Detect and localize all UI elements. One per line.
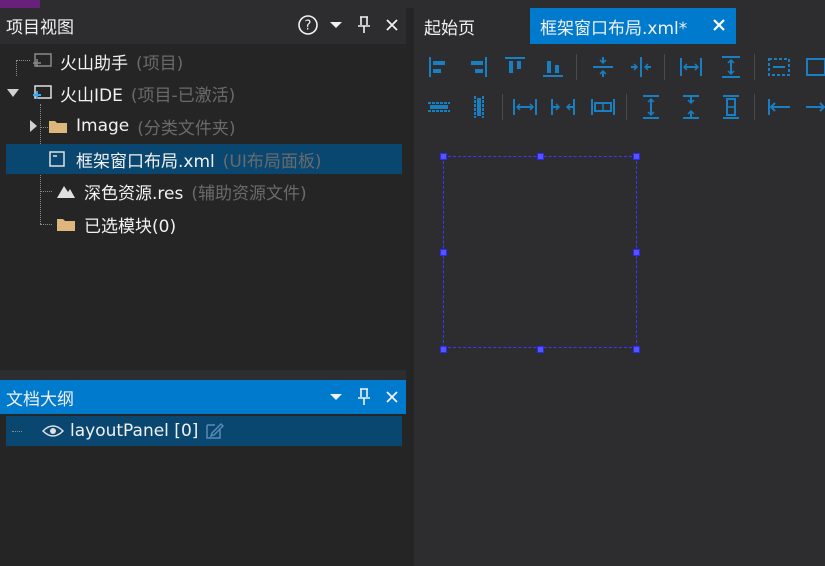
same-height-icon[interactable] — [718, 54, 744, 80]
tree-item-image-folder[interactable]: Image (分类文件夹) — [6, 111, 402, 141]
move-right-icon[interactable] — [804, 94, 825, 120]
layout-file-icon — [48, 150, 70, 168]
project-tree: 火山助手 (项目) 火山IDE (项目-已激活) Image (分类文件夹) 框… — [0, 44, 406, 370]
outline-header: 文档大纲 — [0, 380, 406, 414]
toolbar-separator — [502, 94, 503, 120]
same-size-icon[interactable] — [766, 54, 792, 80]
increase-horizontal-spacing-icon[interactable] — [512, 94, 538, 120]
resize-handle-bottom-left[interactable] — [440, 346, 447, 353]
tree-item-dark-res[interactable]: 深色资源.res (辅助资源文件) — [6, 176, 402, 206]
tab-label: 框架窗口布局.xml* — [540, 18, 688, 39]
tree-item-label: 框架窗口布局.xml — [76, 151, 215, 172]
active-project-icon — [32, 84, 54, 102]
svg-text:?: ? — [305, 19, 312, 34]
align-top-icon[interactable] — [502, 54, 528, 80]
tab-start-page[interactable]: 起始页 — [424, 8, 475, 44]
toolbar-separator — [664, 54, 665, 80]
toolbar-separator — [754, 94, 755, 120]
align-middle-icon[interactable] — [590, 54, 616, 80]
pin-icon[interactable] — [350, 11, 378, 39]
dropdown-icon[interactable] — [322, 11, 350, 39]
dropdown-icon[interactable] — [322, 383, 350, 411]
resize-handle-top-left[interactable] — [440, 153, 447, 160]
size-to-grid-icon[interactable] — [804, 54, 825, 80]
resize-handle-left[interactable] — [440, 249, 447, 256]
outline-title: 文档大纲 — [6, 389, 74, 410]
tree-item-layout-xml[interactable]: 框架窗口布局.xml (UI布局面板) — [6, 144, 402, 174]
resize-handle-top-right[interactable] — [633, 153, 640, 160]
tree-item-label: 深色资源.res — [84, 183, 184, 204]
design-canvas[interactable] — [414, 128, 825, 566]
decrease-horizontal-spacing-icon[interactable] — [550, 94, 576, 120]
panel-splitter[interactable] — [406, 8, 414, 566]
tree-item-type: (项目) — [136, 53, 184, 74]
close-icon[interactable] — [378, 11, 406, 39]
app-accent-mark — [0, 0, 40, 8]
tree-line — [12, 430, 22, 432]
eye-icon[interactable] — [42, 424, 66, 438]
tree-item-label: 火山助手 — [60, 53, 128, 74]
expanded-arrow-icon[interactable] — [6, 87, 32, 99]
tree-item-label: 已选模块(0) — [84, 216, 177, 237]
decrease-vertical-spacing-icon[interactable] — [678, 94, 704, 120]
tree-item-label: Image — [76, 116, 130, 136]
tree-item-huoshan-ide[interactable]: 火山IDE (项目-已激活) — [6, 78, 402, 108]
toolbar-separator — [754, 54, 755, 80]
outline-tree: layoutPanel [0] — [0, 414, 406, 566]
align-center-icon[interactable] — [628, 54, 654, 80]
title-strip — [0, 0, 825, 8]
resize-handle-bottom-right[interactable] — [633, 346, 640, 353]
tab-label: 起始页 — [424, 18, 475, 39]
project-view-title: 项目视图 — [6, 17, 74, 38]
vertical-spacing-icon[interactable] — [466, 94, 492, 120]
tree-item-type: (UI布局面板) — [222, 151, 322, 172]
toolbar-separator — [576, 54, 577, 80]
outline-item-label: layoutPanel [0] — [70, 421, 199, 441]
align-bottom-icon[interactable] — [540, 54, 566, 80]
close-icon[interactable] — [378, 383, 406, 411]
project-icon — [32, 52, 54, 70]
close-icon[interactable] — [712, 16, 726, 37]
folder-icon — [56, 216, 78, 232]
layout-panel-selection[interactable] — [443, 156, 637, 348]
collapsed-arrow-icon[interactable] — [28, 119, 48, 133]
increase-vertical-spacing-icon[interactable] — [638, 94, 664, 120]
tree-item-huoshan-helper[interactable]: 火山助手 (项目) — [6, 46, 402, 76]
resize-handle-bottom[interactable] — [537, 346, 544, 353]
tab-layout-xml[interactable]: 框架窗口布局.xml* — [530, 8, 736, 44]
tree-item-selected-modules[interactable]: 已选模块(0) — [6, 209, 402, 239]
tree-item-type: (分类文件夹) — [137, 118, 236, 139]
align-left-icon[interactable] — [426, 54, 452, 80]
document-tabbar: 起始页 框架窗口布局.xml* — [414, 8, 825, 44]
tree-item-type: (项目-已激活) — [130, 85, 236, 106]
same-width-icon[interactable] — [678, 54, 704, 80]
pin-icon[interactable] — [350, 383, 378, 411]
outline-item-layout-panel[interactable]: layoutPanel [0] — [6, 416, 402, 446]
resource-icon — [56, 183, 78, 199]
folder-icon — [48, 118, 70, 134]
resize-handle-top[interactable] — [537, 153, 544, 160]
resize-handle-right[interactable] — [633, 249, 640, 256]
layout-toolbar — [414, 44, 825, 128]
project-view-header: 项目视图 ? — [0, 8, 406, 42]
tree-item-type: (辅助资源文件) — [191, 183, 307, 204]
tree-item-label: 火山IDE — [60, 85, 123, 106]
horizontal-spacing-icon[interactable] — [426, 94, 452, 120]
move-left-icon[interactable] — [766, 94, 792, 120]
remove-horizontal-spacing-icon[interactable] — [590, 94, 616, 120]
align-right-icon[interactable] — [464, 54, 490, 80]
toolbar-separator — [626, 94, 627, 120]
edit-icon[interactable] — [204, 421, 226, 441]
help-icon[interactable]: ? — [294, 11, 322, 39]
remove-vertical-spacing-icon[interactable] — [718, 94, 744, 120]
